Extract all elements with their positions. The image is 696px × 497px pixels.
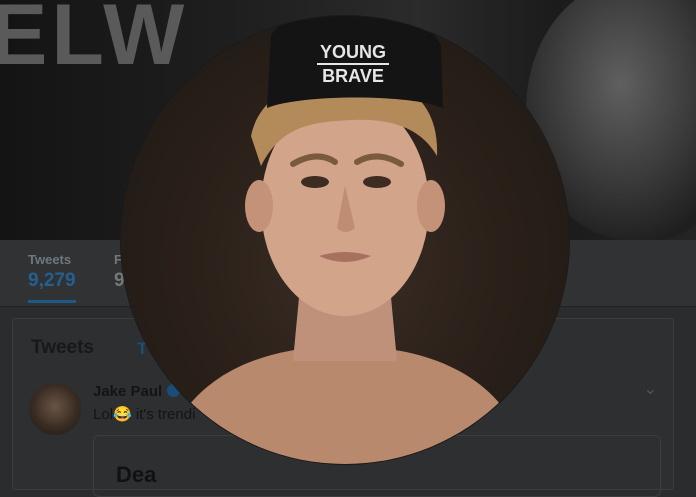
stat-tweets-label: Tweets [28, 252, 72, 267]
embed-title: Dea [116, 462, 157, 487]
profile-photo-illustration: YOUNG BRAVE [161, 16, 529, 464]
stat-tweets[interactable]: Tweets 9,279 [28, 252, 76, 303]
profile-photo-enlarged: YOUNG BRAVE [121, 16, 569, 464]
cap-text-2: BRAVE [322, 66, 384, 86]
cap-text-1: YOUNG [320, 42, 386, 62]
timeline-tab-tweets[interactable]: Tweets [31, 337, 94, 359]
stat-tweets-value: 9,279 [28, 270, 76, 291]
tweet-avatar[interactable] [29, 383, 81, 435]
chevron-down-icon[interactable]: ⌄ [644, 379, 657, 399]
